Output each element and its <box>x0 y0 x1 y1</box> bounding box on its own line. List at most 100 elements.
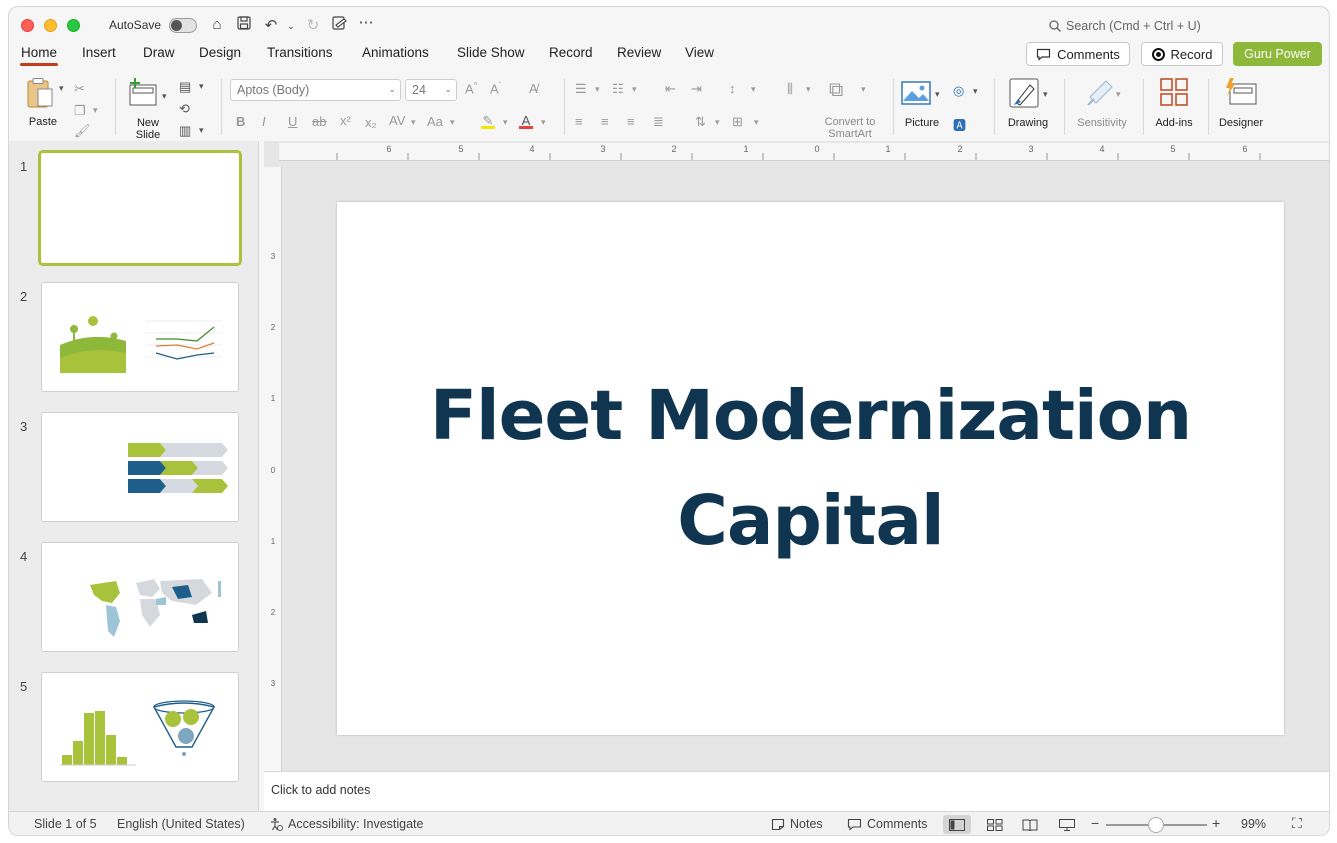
section-icon[interactable]: ▥ <box>179 123 191 139</box>
zoom-slider-handle[interactable] <box>1148 817 1164 833</box>
comments-button[interactable]: Comments <box>1026 42 1130 66</box>
font-color-dropdown-icon[interactable]: ▾ <box>541 117 546 128</box>
copy-dropdown-icon[interactable]: ▾ <box>93 105 98 116</box>
addins-button[interactable] <box>1159 77 1189 112</box>
text-direction-dropdown-icon[interactable]: ▾ <box>715 117 720 128</box>
undo-icon[interactable]: ↶ <box>261 16 281 34</box>
paste-button[interactable] <box>25 77 59 114</box>
tab-view[interactable]: View <box>685 45 714 60</box>
new-slide-button[interactable] <box>127 77 159 114</box>
tab-animations[interactable]: Animations <box>362 45 429 60</box>
cut-icon[interactable]: ✂ <box>74 81 85 97</box>
text-direction-icon[interactable]: ⇅ <box>695 114 706 130</box>
slide-thumbnail-4[interactable] <box>41 542 239 652</box>
bullets-dropdown-icon[interactable]: ▾ <box>595 84 600 95</box>
highlight-dropdown-icon[interactable]: ▾ <box>503 117 508 128</box>
clear-formatting-icon[interactable]: A̸ <box>529 81 538 96</box>
highlight-icon[interactable]: ✎ <box>481 113 495 129</box>
align-left-icon[interactable]: ≡ <box>575 114 583 129</box>
close-window-button[interactable] <box>21 19 34 32</box>
minimize-window-button[interactable] <box>44 19 57 32</box>
tab-design[interactable]: Design <box>199 45 241 60</box>
case-dropdown-icon[interactable]: ▾ <box>450 117 455 128</box>
tab-transitions[interactable]: Transitions <box>267 45 333 60</box>
drawing-button[interactable] <box>1008 77 1040 114</box>
accessibility-status[interactable]: Accessibility: Investigate <box>269 817 423 831</box>
slide-thumbnail-3[interactable] <box>41 412 239 522</box>
save-icon[interactable] <box>234 16 254 34</box>
align-text-icon[interactable]: ⊞ <box>732 114 743 130</box>
drawing-dropdown-icon[interactable]: ▾ <box>1043 89 1048 100</box>
character-spacing-icon[interactable]: AV <box>389 113 405 128</box>
format-painter-icon[interactable]: 🖌 <box>74 123 91 139</box>
layout-dropdown-icon[interactable]: ▾ <box>199 81 204 92</box>
columns-dropdown-icon[interactable]: ▾ <box>806 84 811 95</box>
tab-review[interactable]: Review <box>617 45 661 60</box>
tab-slide-show[interactable]: Slide Show <box>457 45 525 60</box>
increase-indent-icon[interactable]: ⇥ <box>691 81 702 97</box>
change-case-icon[interactable]: Aa <box>427 114 443 129</box>
section-dropdown-icon[interactable]: ▾ <box>199 125 204 136</box>
tab-draw[interactable]: Draw <box>143 45 175 60</box>
copy-icon[interactable]: ❐ <box>74 103 86 119</box>
line-spacing-dropdown-icon[interactable]: ▾ <box>751 84 756 95</box>
notes-pane[interactable]: Click to add notes <box>264 771 1329 811</box>
columns-icon[interactable]: ⫼ <box>787 81 793 97</box>
picture-button[interactable] <box>901 81 931 110</box>
sensitivity-button[interactable] <box>1086 77 1114 112</box>
smartart-dropdown-icon[interactable]: ▾ <box>861 84 866 95</box>
spacing-dropdown-icon[interactable]: ▾ <box>411 117 416 128</box>
align-text-dropdown-icon[interactable]: ▾ <box>754 117 759 128</box>
zoom-in-button[interactable]: + <box>1212 815 1220 831</box>
font-color-icon[interactable]: A <box>519 113 533 129</box>
align-right-icon[interactable]: ≡ <box>627 114 635 129</box>
font-size-select[interactable]: 24 ⌄ <box>405 79 457 101</box>
slide-sorter-view-button[interactable] <box>981 815 1009 834</box>
new-slide-dropdown-icon[interactable]: ▾ <box>162 91 167 102</box>
slide-1-canvas[interactable]: Fleet Modernization Capital <box>337 202 1284 735</box>
strikethrough-icon[interactable]: ab <box>312 114 326 129</box>
slide-thumbnail-1[interactable] <box>38 150 242 266</box>
home-icon[interactable]: ⌂ <box>207 16 227 33</box>
normal-view-button[interactable] <box>943 815 971 834</box>
decrease-indent-icon[interactable]: ⇤ <box>665 81 676 97</box>
align-center-icon[interactable]: ≡ <box>601 114 609 129</box>
increase-font-icon[interactable]: A^ <box>465 81 477 96</box>
superscript-icon[interactable]: x² <box>340 113 351 128</box>
numbering-icon[interactable]: ☷ <box>612 81 624 97</box>
notes-toggle-button[interactable]: Notes <box>771 817 823 831</box>
italic-icon[interactable]: I <box>262 114 266 129</box>
tab-insert[interactable]: Insert <box>82 45 116 60</box>
paste-dropdown-icon[interactable]: ▾ <box>59 83 64 94</box>
shapes-icon[interactable]: ◎ <box>953 83 964 99</box>
tab-record[interactable]: Record <box>549 45 593 60</box>
comments-toggle-button[interactable]: Comments <box>847 817 927 831</box>
language-status[interactable]: English (United States) <box>117 817 245 831</box>
zoom-level[interactable]: 99% <box>1241 817 1266 831</box>
guru-power-button[interactable]: Guru Power <box>1233 42 1322 66</box>
more-icon[interactable]: ⋯ <box>356 13 376 31</box>
sensitivity-dropdown-icon[interactable]: ▾ <box>1116 89 1121 100</box>
undo-dropdown-icon[interactable]: ⌄ <box>281 21 301 32</box>
slide-title-textbox[interactable]: Fleet Modernization Capital <box>397 364 1224 574</box>
picture-dropdown-icon[interactable]: ▾ <box>935 89 940 100</box>
zoom-out-button[interactable]: − <box>1091 815 1099 831</box>
text-box-icon[interactable]: 🅰 <box>953 115 966 134</box>
bold-icon[interactable]: B <box>236 114 245 129</box>
decrease-font-icon[interactable]: Aˇ <box>490 81 501 96</box>
font-name-select[interactable]: Aptos (Body) ⌄ <box>230 79 401 101</box>
tab-home[interactable]: Home <box>19 45 59 66</box>
justify-icon[interactable]: ≣ <box>653 114 664 130</box>
slideshow-view-button[interactable] <box>1053 815 1081 834</box>
slide-thumbnail-5[interactable] <box>41 672 239 782</box>
smartart-icon[interactable]: ⧉ <box>829 79 843 102</box>
numbering-dropdown-icon[interactable]: ▾ <box>632 84 637 95</box>
subscript-icon[interactable]: x₂ <box>365 115 377 130</box>
bullets-icon[interactable]: ☰ <box>575 81 587 97</box>
slide-thumbnail-2[interactable] <box>41 282 239 392</box>
designer-button[interactable] <box>1224 76 1258 113</box>
customize-icon[interactable] <box>329 16 349 34</box>
redo-icon[interactable]: ↻ <box>303 16 323 34</box>
autosave-toggle[interactable] <box>169 18 197 33</box>
underline-icon[interactable]: U <box>288 114 297 129</box>
